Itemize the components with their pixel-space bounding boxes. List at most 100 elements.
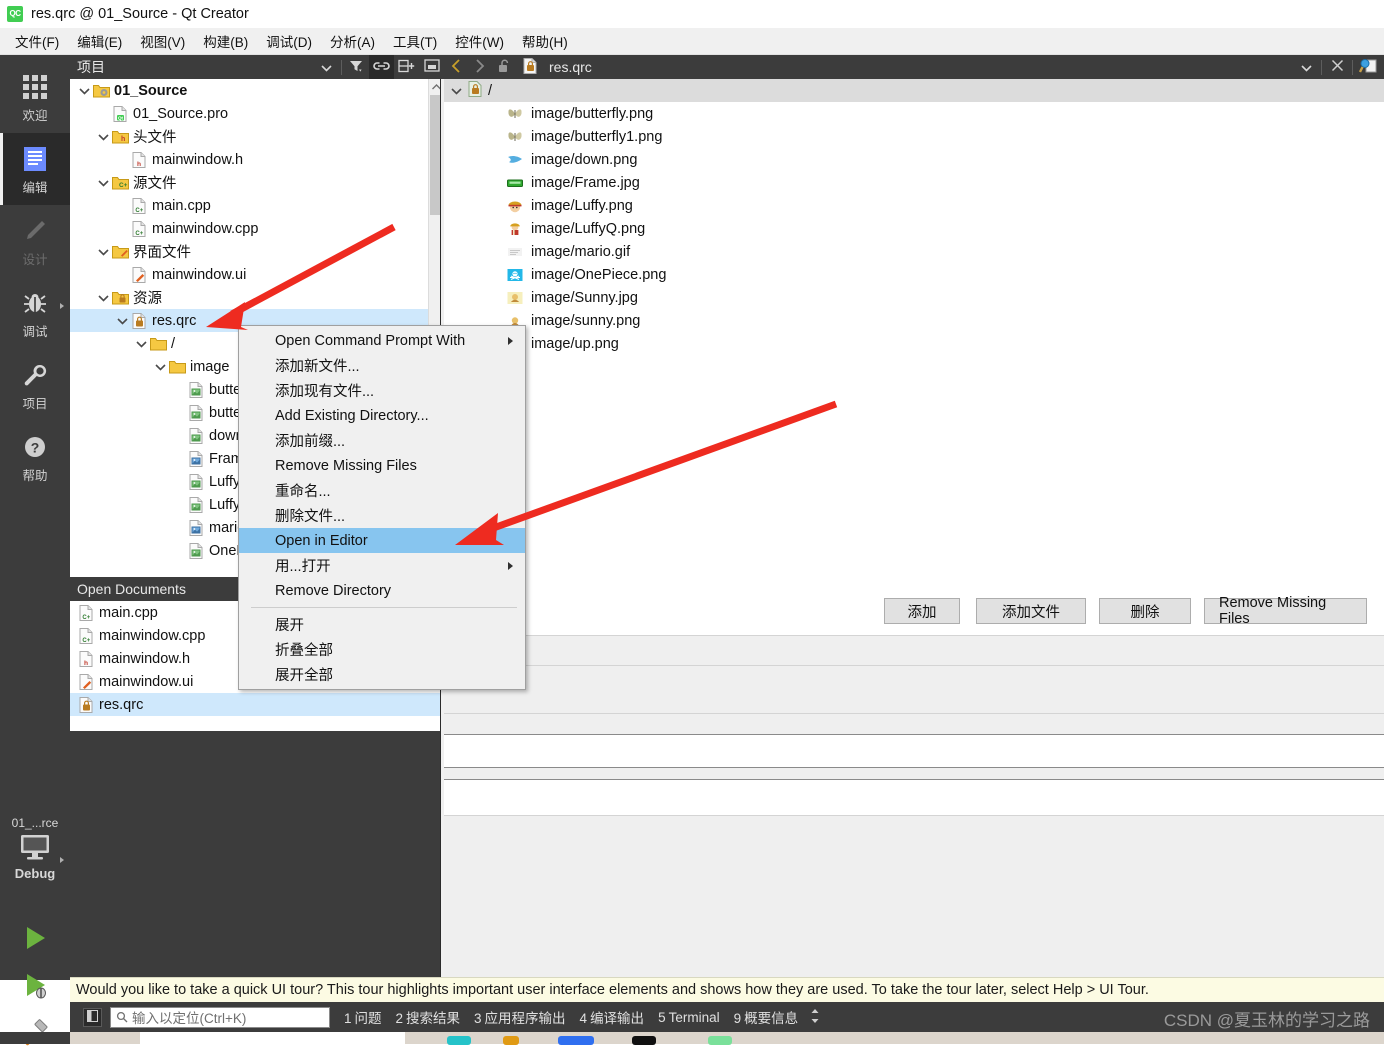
qrc-resource-row[interactable]: image/mario.gif — [444, 240, 1384, 263]
mode-debug[interactable]: 调试 — [0, 277, 70, 349]
tree-item-mainwindowcpp[interactable]: C+ mainwindow.cpp — [70, 217, 428, 240]
qrc-resource-row[interactable]: image/down.png — [444, 148, 1384, 171]
output-pane-search[interactable]: 2 搜索结果 — [396, 1007, 461, 1027]
output-pane-app-output[interactable]: 3 应用程序输出 — [474, 1007, 566, 1027]
add-files-button[interactable]: 添加文件 — [976, 598, 1086, 624]
run-button[interactable] — [0, 915, 70, 963]
split-add-icon — [398, 59, 415, 76]
tree-item-mainwindowh[interactable]: h mainwindow.h — [70, 148, 428, 171]
output-pane-compile[interactable]: 4 编译输出 — [580, 1007, 645, 1027]
context-menu-item[interactable]: Remove Missing Files — [239, 453, 525, 478]
context-menu[interactable]: Open Command Prompt With 添加新文件... 添加现有文件..… — [238, 325, 526, 690]
context-menu-item[interactable]: 添加现有文件... — [239, 378, 525, 403]
menu-widgets[interactable]: 控件(W) — [446, 28, 513, 54]
qrc-prefix-label: / — [488, 82, 493, 99]
chevron-down-icon — [321, 59, 332, 75]
editor-dropdown-button[interactable] — [1294, 55, 1318, 79]
back-button[interactable] — [444, 55, 468, 79]
menu-edit[interactable]: 编辑(E) — [68, 28, 131, 54]
tree-item-[interactable]: 界面文件 — [70, 240, 428, 263]
context-menu-item[interactable]: Open in Editor — [239, 528, 525, 553]
qrc-resource-row[interactable]: image/Luffy.png — [444, 194, 1384, 217]
chevron-down-icon[interactable] — [152, 363, 168, 371]
kit-selector[interactable]: 01_...rce Debug — [0, 810, 70, 930]
qrc-resource-row[interactable]: image/sunny.png — [444, 309, 1384, 332]
qrc-resource-row[interactable]: image/butterfly1.png — [444, 125, 1384, 148]
kit-config-label: Debug — [14, 866, 56, 881]
mode-projects[interactable]: 项目 — [0, 349, 70, 421]
chevron-down-icon[interactable] — [114, 317, 130, 325]
sidebar-toggle-button[interactable] — [83, 1007, 102, 1027]
debug-button[interactable] — [0, 962, 70, 1010]
add-button[interactable]: 添加 — [884, 598, 960, 624]
view-selector-dropdown[interactable] — [314, 55, 339, 79]
context-menu-item[interactable]: 重命名... — [239, 478, 525, 503]
mode-debug-submenu-arrow[interactable] — [60, 303, 64, 309]
menu-file[interactable]: 文件(F) — [6, 28, 68, 54]
filter-button[interactable] — [344, 55, 369, 79]
forward-button[interactable] — [468, 55, 492, 79]
context-menu-item[interactable]: Remove Directory — [239, 578, 525, 603]
kit-project-name: 01_...rce — [11, 816, 59, 830]
filter-icon — [349, 59, 364, 76]
tree-item-mainwindowui[interactable]: mainwindow.ui — [70, 263, 428, 286]
qrc-root-chevron[interactable] — [444, 87, 468, 95]
menu-help[interactable]: 帮助(H) — [513, 28, 577, 54]
tree-item-01sourcepro[interactable]: Qt 01_Source.pro — [70, 102, 428, 125]
context-menu-item[interactable]: 折叠全部 — [239, 637, 525, 662]
qrc-resource-row[interactable]: image/up.png — [444, 332, 1384, 355]
qrc-resource-row[interactable]: image/LuffyQ.png — [444, 217, 1384, 240]
qrc-prefix-row[interactable]: / — [444, 79, 1384, 102]
tree-item-label: 资源 — [133, 291, 162, 307]
tree-item-[interactable]: 资源 — [70, 286, 428, 309]
menu-tools[interactable]: 工具(T) — [384, 28, 446, 54]
context-menu-item[interactable]: 展开 — [239, 612, 525, 637]
chevron-down-icon[interactable] — [133, 340, 149, 348]
output-pane-terminal[interactable]: 5 Terminal — [658, 1010, 720, 1025]
mode-edit[interactable]: 编辑 — [0, 133, 70, 205]
context-menu-item[interactable]: 用...打开 — [239, 553, 525, 578]
qrc-resource-list[interactable]: image/butterfly.png image/butterfly1.png i… — [444, 102, 1384, 572]
open-document-item[interactable]: res.qrc — [70, 693, 444, 716]
context-menu-item[interactable]: 展开全部 — [239, 662, 525, 687]
remove-missing-files-button[interactable]: Remove Missing Files — [1204, 595, 1367, 627]
mode-design[interactable]: 设计 — [0, 205, 70, 277]
close-editor-button[interactable] — [1325, 55, 1349, 79]
chevron-down-icon[interactable] — [95, 133, 111, 141]
mode-welcome[interactable]: 欢迎 — [0, 61, 70, 133]
mode-help[interactable]: ? 帮助 — [0, 421, 70, 493]
chevron-down-icon[interactable] — [95, 294, 111, 302]
up-down-arrows-icon[interactable] — [810, 1008, 820, 1027]
qrc-resource-label: image/Luffy.png — [531, 197, 633, 214]
context-menu-item[interactable]: Add Existing Directory... — [239, 403, 525, 428]
lock-toggle-button[interactable] — [492, 55, 516, 79]
close-sidebar-button[interactable] — [419, 55, 444, 79]
output-pane-problems[interactable]: 1 问题 — [344, 1007, 382, 1027]
menu-analyze[interactable]: 分析(A) — [321, 28, 384, 54]
tree-item-01source[interactable]: 01_Source — [70, 79, 428, 102]
qrc-resource-row[interactable]: image/butterfly.png — [444, 102, 1384, 125]
output-pane-overview[interactable]: 9 概要信息 — [734, 1007, 799, 1027]
context-menu-item[interactable]: 添加新文件... — [239, 353, 525, 378]
split-editor-button[interactable] — [1356, 55, 1380, 79]
context-menu-item[interactable]: Open Command Prompt With — [239, 328, 525, 353]
menu-view[interactable]: 视图(V) — [131, 28, 194, 54]
context-menu-item[interactable]: 删除文件... — [239, 503, 525, 528]
kit-selector-arrow[interactable] — [60, 857, 64, 863]
tree-item-[interactable]: C+ 源文件 — [70, 171, 428, 194]
menu-build[interactable]: 构建(B) — [194, 28, 257, 54]
chevron-down-icon[interactable] — [95, 179, 111, 187]
tree-item-[interactable]: h 头文件 — [70, 125, 428, 148]
qrc-resource-row[interactable]: image/OnePiece.png — [444, 263, 1384, 286]
tree-item-maincpp[interactable]: C+ main.cpp — [70, 194, 428, 217]
remove-button[interactable]: 删除 — [1099, 598, 1191, 624]
chevron-down-icon[interactable] — [76, 87, 92, 95]
context-menu-item[interactable]: 添加前缀... — [239, 428, 525, 453]
menu-debug[interactable]: 调试(D) — [257, 28, 321, 54]
chevron-down-icon[interactable] — [95, 248, 111, 256]
locator-input[interactable]: 输入以定位(Ctrl+K) — [110, 1006, 330, 1028]
split-add-button[interactable] — [394, 55, 419, 79]
qrc-resource-row[interactable]: image/Sunny.jpg — [444, 286, 1384, 309]
qrc-resource-row[interactable]: image/Frame.jpg — [444, 171, 1384, 194]
sync-with-editor-button[interactable] — [369, 55, 394, 79]
